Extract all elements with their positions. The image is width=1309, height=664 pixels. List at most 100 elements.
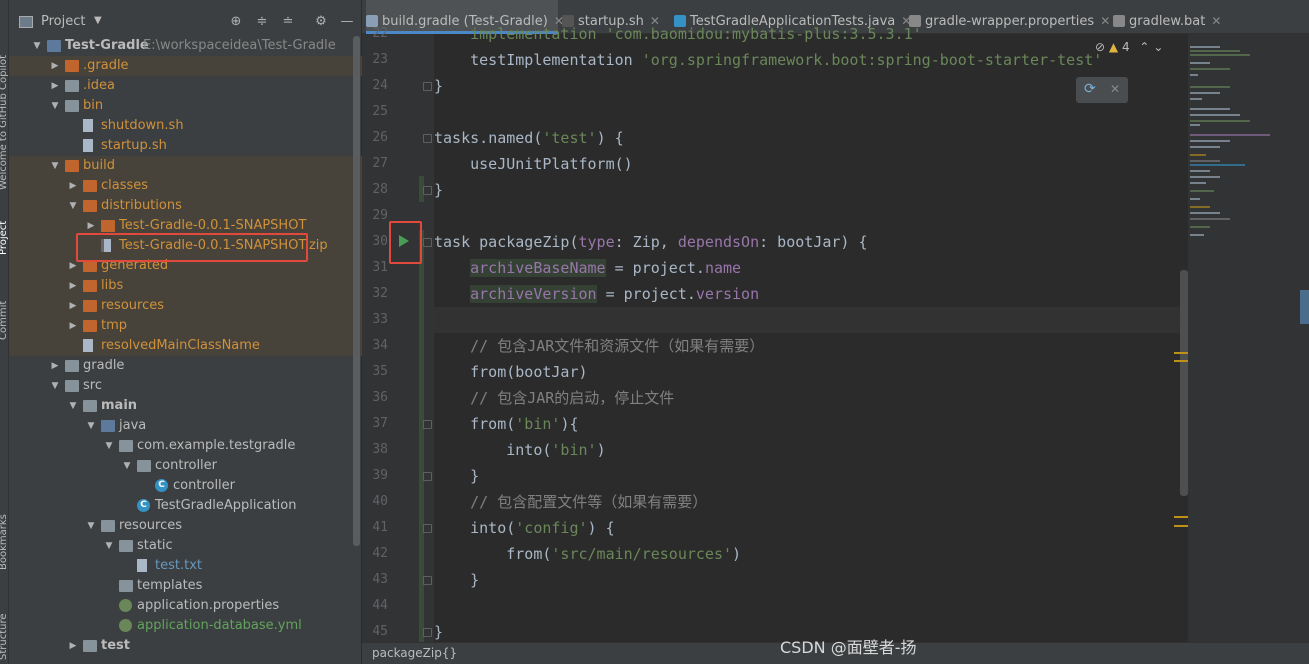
tree-row[interactable]: ▶ libs	[9, 276, 362, 296]
editor-scrollbar[interactable]	[1180, 270, 1188, 496]
tree-row[interactable]: test.txt	[9, 556, 362, 576]
tree-row[interactable]: ▼ com.example.testgradle	[9, 436, 362, 456]
tree-row[interactable]: ▼ distributions	[9, 196, 362, 216]
line-number: 24	[372, 78, 388, 93]
close-icon[interactable]: ✕	[1211, 14, 1221, 28]
chevron-right-icon[interactable]: ▶	[67, 316, 79, 336]
chevron-up-icon[interactable]: ⌃	[1139, 40, 1149, 54]
chevron-down-icon[interactable]: ▼	[103, 536, 115, 556]
chevron-down-icon[interactable]: ⌄	[1153, 40, 1163, 54]
minimize-icon[interactable]: —	[339, 14, 355, 30]
tree-row[interactable]: ▼ controller	[9, 456, 362, 476]
project-scrollbar[interactable]	[353, 36, 360, 546]
chevron-down-icon[interactable]: ▼	[49, 96, 61, 116]
tree-row[interactable]: application-database.yml	[9, 616, 362, 636]
chevron-down-icon[interactable]: ▼	[49, 156, 61, 176]
code-line: // 包含配置文件等（如果有需要）	[434, 489, 707, 515]
fold-icon[interactable]	[423, 420, 432, 429]
fold-icon[interactable]	[423, 238, 432, 247]
tree-row[interactable]: ▼ build	[9, 156, 362, 176]
warning-marker[interactable]	[1174, 352, 1188, 354]
tree-row[interactable]: ▼ resources	[9, 516, 362, 536]
tree-row[interactable]: Ccontroller	[9, 476, 362, 496]
chevron-down-icon[interactable]: ▼	[85, 416, 97, 436]
fold-icon[interactable]	[423, 186, 432, 195]
line-number: 35	[372, 364, 388, 379]
fold-icon[interactable]	[423, 524, 432, 533]
tree-row[interactable]: ▼ static	[9, 536, 362, 556]
tree-row[interactable]: ▶ tmp	[9, 316, 362, 336]
chevron-down-icon[interactable]: ▼	[85, 516, 97, 536]
editor-tab[interactable]: gradlew.bat ✕	[1113, 0, 1238, 34]
run-icon[interactable]	[399, 235, 409, 247]
chevron-right-icon[interactable]: ▶	[67, 176, 79, 196]
chevron-right-icon[interactable]: ▶	[67, 636, 79, 656]
minimap-line	[1190, 120, 1250, 122]
tree-row[interactable]: ▼ src	[9, 376, 362, 396]
fold-icon[interactable]	[423, 576, 432, 585]
tree-row[interactable]: ▼ main	[9, 396, 362, 416]
chevron-down-icon[interactable]: ▼	[103, 436, 115, 456]
line-number: 38	[372, 442, 388, 457]
fold-icon[interactable]	[423, 134, 432, 143]
fold-icon[interactable]	[423, 472, 432, 481]
code-token: version	[695, 285, 760, 303]
fold-icon[interactable]	[423, 82, 432, 91]
tree-row[interactable]: ▶ classes	[9, 176, 362, 196]
editor: build.gradle (Test-Gradle) ✕ startup.sh ✕ Te…	[362, 0, 1309, 664]
tree-row[interactable]: ▶ test	[9, 636, 362, 656]
tree-row[interactable]: templates	[9, 576, 362, 596]
tree-row[interactable]: ▼ Test-Gradle E:\workspaceidea\Test-Gradle	[9, 36, 362, 56]
chevron-down-icon[interactable]: ▼	[49, 376, 61, 396]
tree-row[interactable]: ▶ gradle	[9, 356, 362, 376]
tree-item-label: com.example.testgradle	[137, 438, 296, 453]
eye-off-icon[interactable]: ⊘	[1095, 40, 1105, 54]
tree-row[interactable]: startup.sh	[9, 136, 362, 156]
breadcrumb-item[interactable]: packageZip{}	[372, 646, 457, 660]
fold-icon[interactable]	[423, 628, 432, 637]
right-tool-tab[interactable]	[1300, 290, 1309, 324]
chevron-right-icon[interactable]: ▶	[49, 56, 61, 76]
tree-row[interactable]: application.properties	[9, 596, 362, 616]
chevron-down-icon[interactable]: ▼	[31, 36, 43, 56]
folder-icon	[101, 420, 115, 432]
gear-icon[interactable]: ⚙	[313, 14, 329, 30]
minimap-line	[1190, 176, 1220, 178]
tree-item-label: .gradle	[83, 58, 129, 73]
tree-row[interactable]: ▼ java	[9, 416, 362, 436]
chevron-right-icon[interactable]: ▶	[49, 76, 61, 96]
close-icon[interactable]: ✕	[1110, 82, 1120, 96]
minimap-line	[1190, 54, 1250, 56]
tree-row[interactable]: resolvedMainClassName	[9, 336, 362, 356]
tree-item-label: startup.sh	[101, 138, 167, 153]
code-minimap[interactable]	[1188, 34, 1309, 642]
code-token: )	[732, 545, 742, 563]
tree-row[interactable]: ▶ .gradle	[9, 56, 362, 76]
chevron-down-icon[interactable]: ▼	[121, 456, 133, 476]
gradle-reload-icon[interactable]: ⟳	[1084, 81, 1096, 97]
project-panel-title[interactable]: Project	[41, 14, 85, 29]
warning-marker[interactable]	[1174, 525, 1188, 527]
locate-icon[interactable]: ⊕	[228, 14, 244, 30]
tree-row[interactable]: ▶ .idea	[9, 76, 362, 96]
tree-item-label: resources	[101, 298, 165, 313]
tree-row[interactable]: shutdown.sh	[9, 116, 362, 136]
highlight-zip-box	[76, 233, 308, 262]
tree-row[interactable]: C TestGradleApplication	[9, 496, 362, 516]
chevron-down-icon[interactable]: ▼	[67, 196, 79, 216]
chevron-down-icon[interactable]: ▼	[94, 15, 102, 26]
chevron-right-icon[interactable]: ▶	[49, 356, 61, 376]
chevron-right-icon[interactable]: ▶	[67, 276, 79, 296]
expand-all-icon[interactable]: ≑	[254, 14, 270, 30]
code-token: from(	[434, 545, 552, 563]
warning-marker[interactable]	[1174, 360, 1188, 362]
chevron-down-icon[interactable]: ▼	[67, 396, 79, 416]
warning-marker[interactable]	[1174, 516, 1188, 518]
close-icon[interactable]: ✕	[1100, 14, 1110, 28]
editor-tab[interactable]: gradle-wrapper.properties ✕	[909, 0, 1110, 34]
tree-row[interactable]: ▶ resources	[9, 296, 362, 316]
collapse-all-icon[interactable]: ≐	[280, 14, 296, 30]
inspection-widget[interactable]: ⊘ ▲ 4 ⌃ ⌄	[1095, 40, 1163, 54]
chevron-right-icon[interactable]: ▶	[67, 296, 79, 316]
tree-row[interactable]: ▼ bin	[9, 96, 362, 116]
